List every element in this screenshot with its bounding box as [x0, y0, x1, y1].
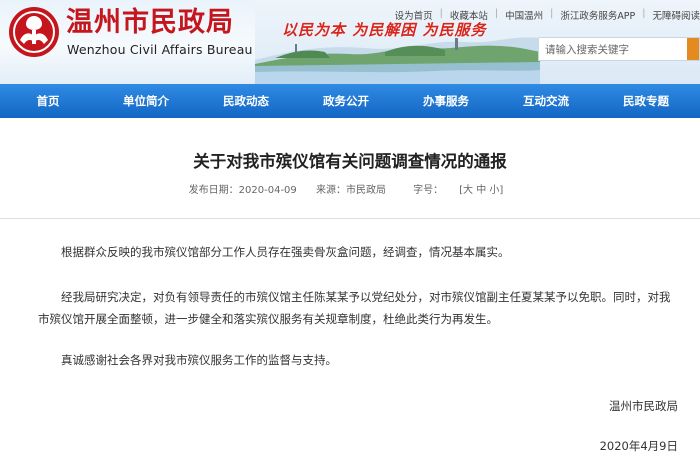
article-paragraph: 真诚感谢社会各界对我市殡仪服务工作的监督与支持。 [61, 353, 337, 367]
top-links-bar: 设为首页 | 收藏本站 | 中国温州 | 浙江政务服务APP | 无障碍阅读 [395, 8, 700, 22]
nav-item-gov-affairs[interactable]: 政务公开 [296, 84, 396, 118]
separator: | [439, 8, 443, 19]
bureau-emblem-icon [9, 7, 59, 57]
nav-item-interaction[interactable]: 互动交流 [496, 84, 596, 118]
search-box [538, 37, 700, 61]
site-name: 温州市民政局 [66, 7, 234, 38]
font-size-label: 字号： [413, 185, 444, 196]
article-date: 2020年4月9日 [599, 439, 678, 453]
main-nav: 首页 单位简介 民政动态 政务公开 办事服务 互动交流 民政专题 [0, 84, 700, 118]
header-slogan: 以民为本 为民解困 为民服务 [282, 21, 487, 39]
zhejiang-gov-app-link[interactable]: 浙江政务服务APP [560, 8, 635, 22]
site-header: 温州市民政局 Wenzhou Civil Affairs Bureau 以民为本… [0, 0, 700, 84]
nav-item-about[interactable]: 单位简介 [96, 84, 196, 118]
accessibility-link[interactable]: 无障碍阅读 [652, 8, 700, 22]
separator: | [642, 8, 646, 19]
separator: | [550, 8, 554, 19]
bookmark-site-link[interactable]: 收藏本站 [450, 8, 488, 22]
title-divider [0, 218, 700, 219]
publish-date: 发布日期：2020-04-09 [188, 185, 297, 196]
separator: | [494, 8, 499, 19]
set-homepage-link[interactable]: 设为首页 [395, 8, 433, 22]
nav-item-topics[interactable]: 民政专题 [596, 84, 696, 118]
article-source: 来源：市民政局 [315, 185, 386, 196]
article-paragraph: 经我局研究决定，对负有领导责任的市殡仪馆主任陈某某予以党纪处分，对市殡仪馆副主任… [38, 290, 671, 326]
china-wenzhou-link[interactable]: 中国温州 [505, 8, 543, 22]
search-input[interactable] [539, 39, 687, 61]
site-name-english: Wenzhou Civil Affairs Bureau [67, 42, 253, 57]
search-button[interactable] [687, 38, 699, 60]
nav-item-services[interactable]: 办事服务 [396, 84, 496, 118]
font-size-options[interactable]: [大 中 小] [459, 185, 503, 196]
font-size-control: 字号： [大 中 小] [405, 185, 511, 196]
nav-item-home[interactable]: 首页 [0, 84, 96, 118]
article-signature: 温州市民政局 [609, 399, 678, 413]
nav-item-news[interactable]: 民政动态 [196, 84, 296, 118]
article-paragraph: 根据群众反映的我市殡仪馆部分工作人员存在强卖骨灰盒问题，经调查，情况基本属实。 [61, 245, 510, 259]
article-title: 关于对我市殡仪馆有关问题调查情况的通报 [193, 152, 507, 171]
article-meta: 发布日期：2020-04-09 来源：市民政局 字号： [大 中 小] [0, 181, 700, 196]
